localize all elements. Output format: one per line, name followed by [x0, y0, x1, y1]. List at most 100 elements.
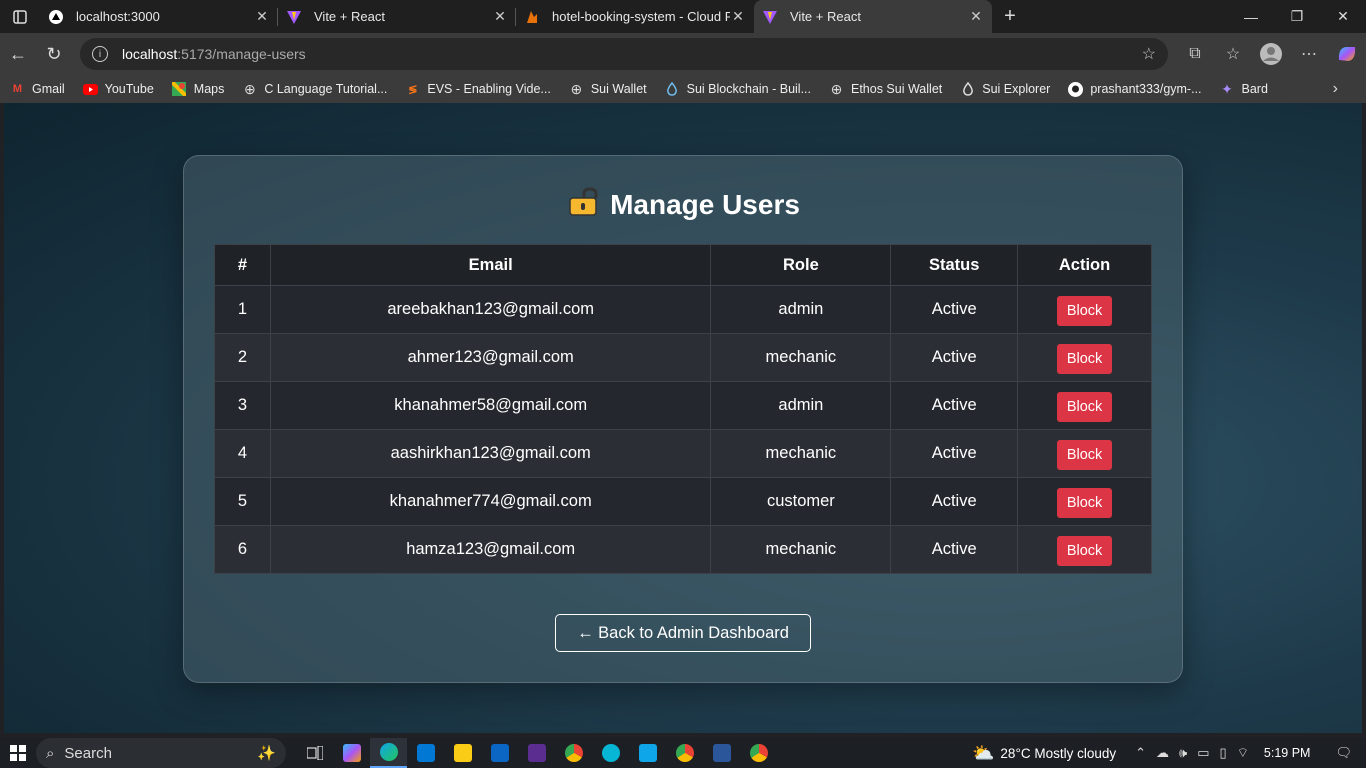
chrome-profile-icon[interactable] — [666, 738, 703, 768]
row-role: mechanic — [710, 525, 892, 574]
bookmark-label: C Language Tutorial... — [264, 82, 388, 96]
address-bar[interactable]: i localhost:5173/manage-users ☆ — [80, 38, 1168, 70]
row-email: khanahmer58@gmail.com — [269, 381, 712, 430]
info-icon[interactable]: i — [92, 46, 108, 62]
chevron-up-icon[interactable]: ⌃ — [1135, 745, 1146, 761]
row-role: mechanic — [710, 333, 892, 382]
block-user-button[interactable]: Block — [1056, 488, 1113, 518]
microsoft-store-icon[interactable] — [407, 738, 444, 768]
row-role: customer — [710, 477, 892, 526]
copilot-taskbar-icon[interactable] — [333, 738, 370, 768]
new-tab-icon[interactable]: + — [992, 5, 1028, 28]
table-row: 1 areebakhan123@gmail.com admin Active B… — [214, 285, 1152, 334]
back-to-dashboard-button[interactable]: ← Back to Admin Dashboard — [555, 614, 811, 652]
phone-link-icon[interactable]: ▯ — [1220, 745, 1227, 761]
refresh-icon[interactable]: ↻ — [36, 36, 72, 72]
more-menu-icon[interactable]: ⋯ — [1290, 36, 1328, 72]
bookmark-label: Sui Blockchain - Buil... — [686, 82, 811, 96]
edge-icon[interactable] — [370, 738, 407, 768]
chrome-icon[interactable] — [555, 738, 592, 768]
block-user-button[interactable]: Block — [1056, 536, 1113, 566]
vite-icon — [762, 9, 778, 25]
bookmark-label: EVS - Enabling Vide... — [427, 82, 551, 96]
bookmark-evs[interactable]: ≶ EVS - Enabling Vide... — [405, 82, 551, 97]
close-window-icon[interactable]: ✕ — [1320, 0, 1366, 33]
taskbar-search[interactable]: ⌕ Search ✨ — [36, 738, 286, 768]
row-number: 1 — [214, 285, 271, 334]
tab-title: Vite + React — [314, 9, 385, 24]
close-tab-icon[interactable]: ✕ — [492, 8, 508, 25]
extensions-icon[interactable]: ⧉ — [1176, 36, 1214, 72]
row-number: 5 — [214, 477, 271, 526]
chrome-alt-icon[interactable] — [740, 738, 777, 768]
bookmark-github[interactable]: prashant333/gym-... — [1068, 81, 1202, 97]
row-email: ahmer123@gmail.com — [269, 333, 712, 382]
star-icon[interactable]: ☆ — [1142, 44, 1156, 64]
copilot-icon[interactable] — [1328, 36, 1366, 72]
column-header-email: Email — [269, 244, 712, 286]
page-title-text: Manage Users — [610, 188, 800, 220]
toolbar: ← ↻ i localhost:5173/manage-users ☆ ⧉ ☆ … — [0, 33, 1366, 75]
column-header-status: Status — [890, 244, 1019, 286]
column-header-action: Action — [1017, 244, 1152, 286]
block-user-button[interactable]: Block — [1056, 344, 1113, 374]
bookmark-ethos[interactable]: ⊕ Ethos Sui Wallet — [829, 80, 943, 97]
tab-title: Vite + React — [790, 9, 861, 24]
vscode-icon[interactable] — [629, 738, 666, 768]
clock[interactable]: 5:19 PM — [1264, 746, 1311, 760]
back-arrow-icon[interactable]: ← — [0, 36, 36, 72]
windows-start-icon[interactable] — [0, 738, 36, 768]
tab-firebase[interactable]: hotel-booking-system - Cloud Fir ✕ — [516, 0, 754, 33]
table-row: 2 ahmer123@gmail.com mechanic Active Blo… — [214, 333, 1152, 382]
row-role: mechanic — [710, 429, 892, 478]
window-controls: — ❐ ✕ — [1228, 0, 1366, 33]
bookmark-bard[interactable]: ✦ Bard — [1220, 81, 1268, 97]
outlook-icon[interactable] — [481, 738, 518, 768]
row-status: Active — [890, 525, 1019, 574]
bookmark-gmail[interactable]: M Gmail — [10, 82, 65, 97]
row-email: aashirkhan123@gmail.com — [269, 429, 712, 478]
chevron-right-icon[interactable]: › — [1333, 80, 1338, 98]
table-row: 6 hamza123@gmail.com mechanic Active Blo… — [214, 525, 1152, 574]
file-explorer-icon[interactable] — [444, 738, 481, 768]
globe-icon: ⊕ — [830, 80, 843, 97]
profile-avatar-icon[interactable] — [1252, 36, 1290, 72]
close-tab-icon[interactable]: ✕ — [730, 8, 746, 25]
bookmark-sui-explorer[interactable]: Sui Explorer — [960, 82, 1050, 97]
tab-localhost-3000[interactable]: localhost:3000 ✕ — [40, 0, 278, 33]
wifi-icon[interactable]: ⌔ — [1237, 745, 1249, 761]
cortana-icon[interactable] — [592, 738, 629, 768]
task-view-icon[interactable] — [296, 738, 333, 768]
tab-vite-react-active[interactable]: Vite + React ✕ — [754, 0, 992, 33]
block-user-button[interactable]: Block — [1056, 392, 1113, 422]
notifications-icon[interactable]: 🗨 — [1335, 745, 1352, 761]
block-user-button[interactable]: Block — [1056, 440, 1113, 470]
bookmark-youtube[interactable]: YouTube — [82, 82, 154, 97]
bookmark-c-language[interactable]: ⊕ C Language Tutorial... — [242, 81, 388, 97]
cloudy-weather-icon: ⛅ — [972, 742, 995, 763]
block-user-button[interactable]: Block — [1056, 296, 1113, 326]
bookmarks-bar: M Gmail YouTube Maps ⊕ C Language Tutorial… — [0, 75, 1366, 103]
bookmark-sui-wallet[interactable]: ⊕ Sui Wallet — [569, 81, 646, 97]
minimize-icon[interactable]: — — [1228, 0, 1274, 33]
bookmark-maps[interactable]: Maps — [172, 82, 224, 97]
row-action-cell: Block — [1017, 381, 1152, 430]
row-role: admin — [710, 381, 892, 430]
visual-studio-icon[interactable] — [518, 738, 555, 768]
favorites-icon[interactable]: ☆ — [1214, 36, 1252, 72]
volume-icon[interactable]: 🕪 — [1179, 745, 1187, 761]
bookmark-sui-blockchain[interactable]: Sui Blockchain - Buil... — [665, 82, 811, 97]
lock-icon — [568, 186, 600, 223]
restore-icon[interactable]: ❐ — [1274, 0, 1320, 33]
bookmark-label: Bard — [1241, 82, 1268, 96]
tab-vite-react-1[interactable]: Vite + React ✕ — [278, 0, 516, 33]
weather-widget[interactable]: ⛅ 28°C Mostly cloudy — [972, 743, 1116, 764]
close-tab-icon[interactable]: ✕ — [968, 8, 984, 25]
close-tab-icon[interactable]: ✕ — [254, 8, 270, 25]
column-header-number: # — [214, 244, 271, 286]
onedrive-cloud-icon[interactable]: ☁ — [1156, 745, 1169, 761]
battery-icon[interactable]: ▭ — [1197, 745, 1209, 761]
bookmark-label: prashant333/gym-... — [1090, 82, 1202, 96]
word-icon[interactable] — [703, 738, 740, 768]
tab-actions-icon[interactable] — [0, 0, 40, 33]
